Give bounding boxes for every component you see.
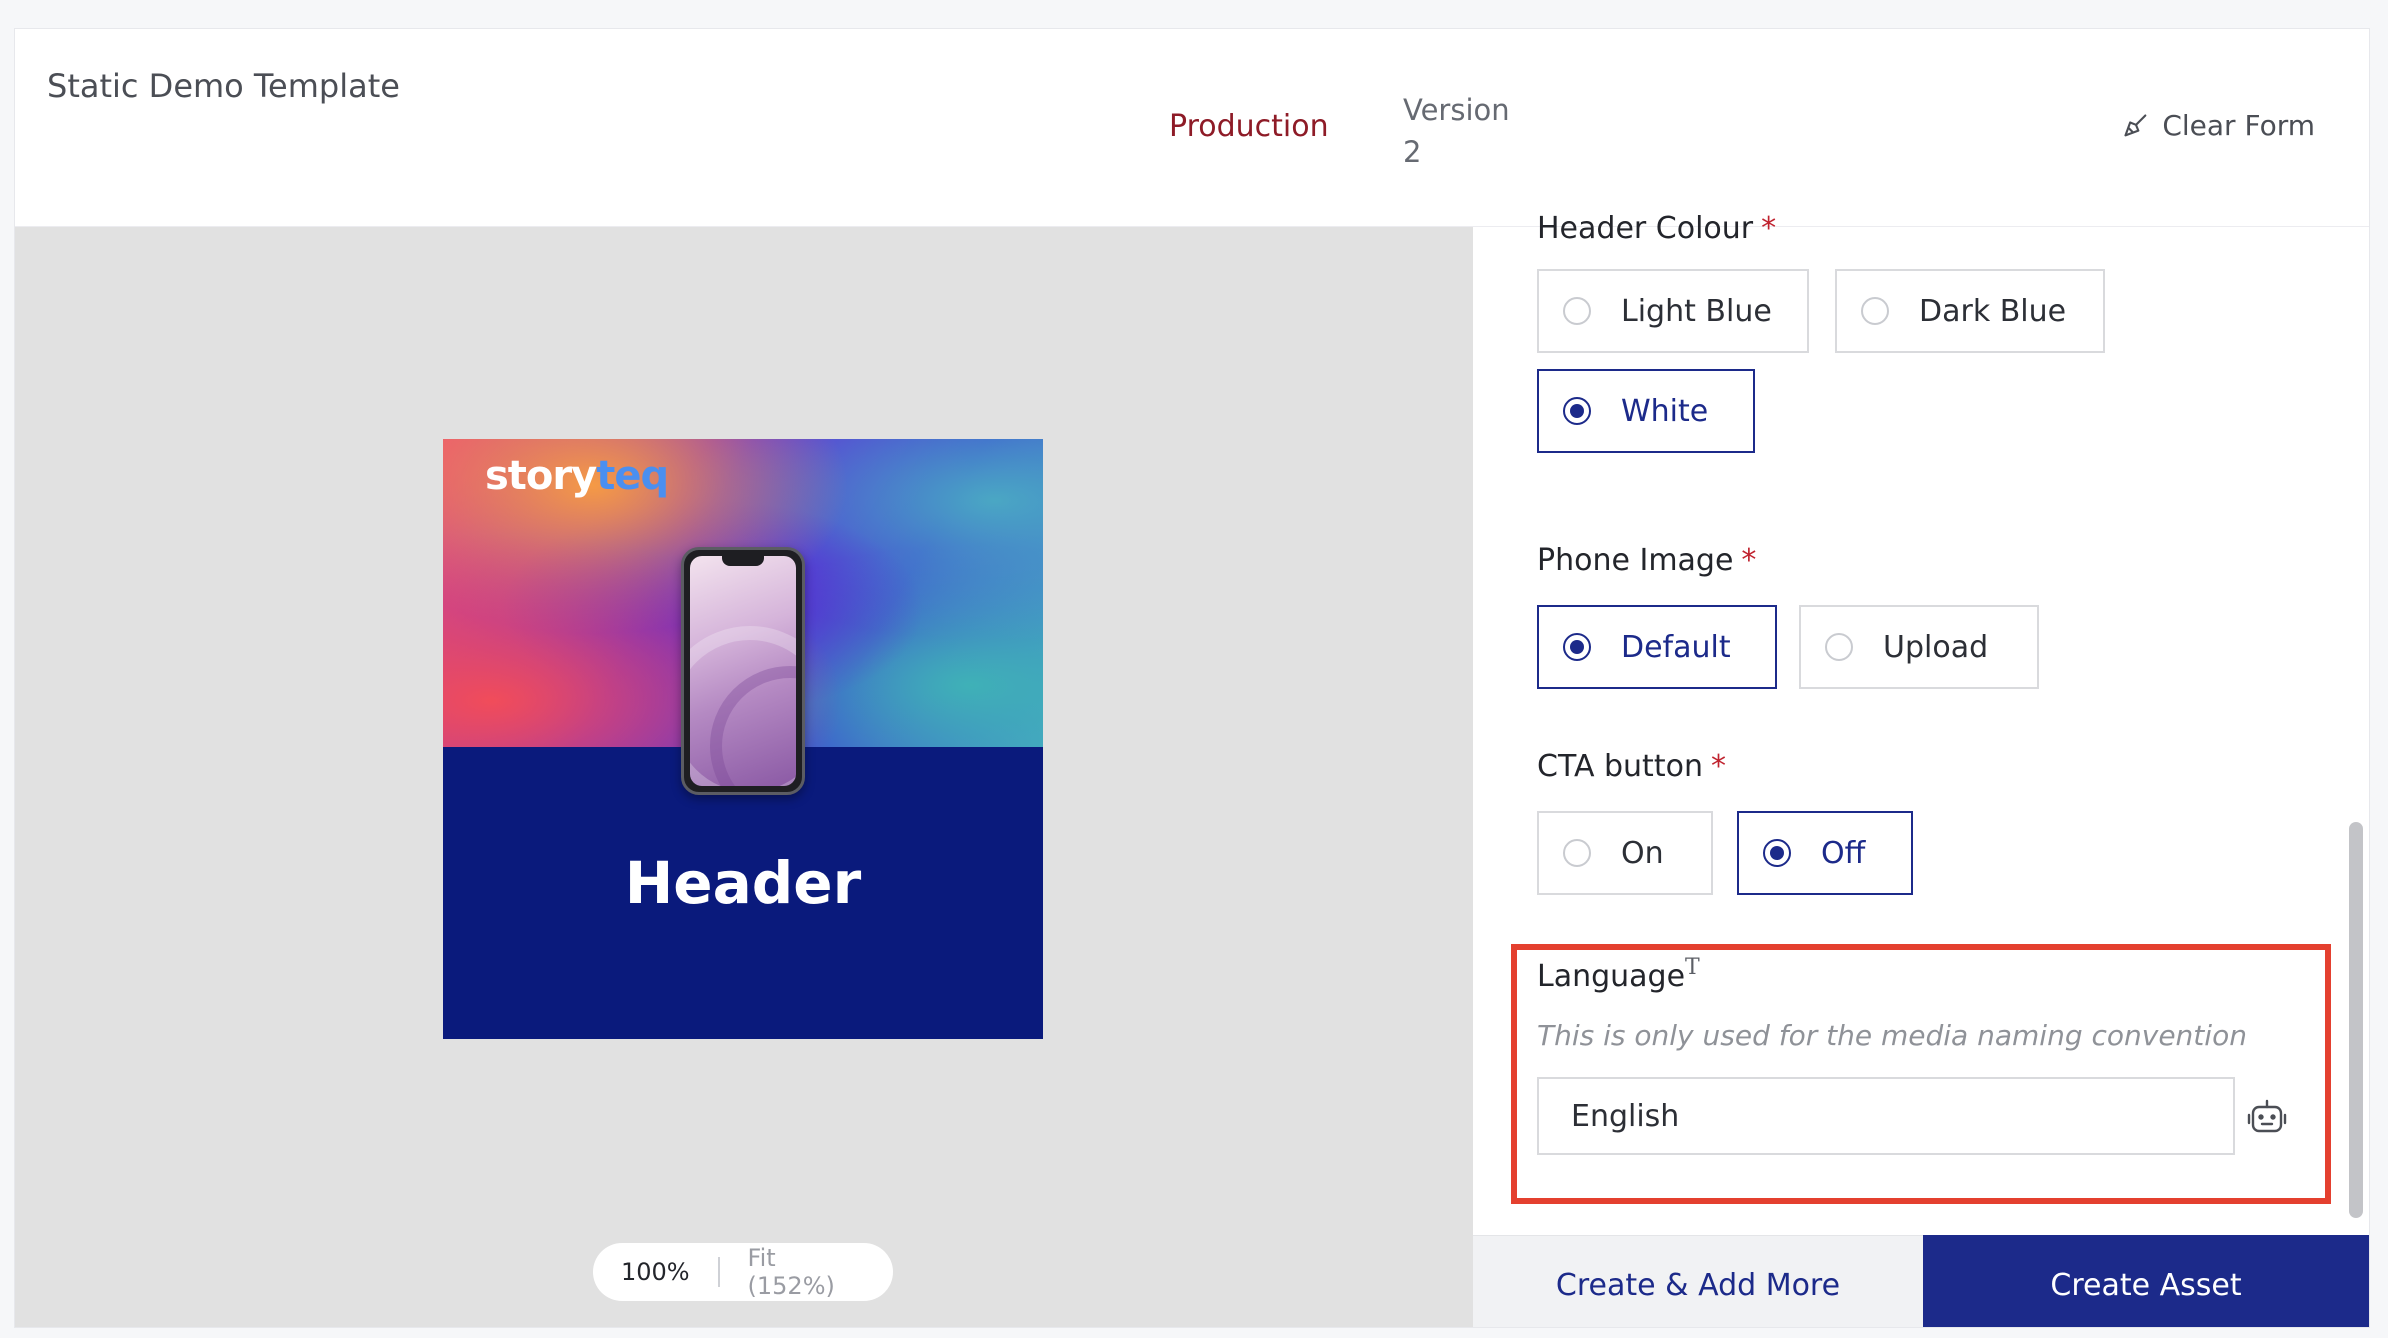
broom-icon: [2124, 113, 2147, 136]
header-colour-label-text: Header Colour: [1537, 211, 1754, 246]
template-title: Static Demo Template: [47, 67, 400, 105]
language-input[interactable]: English: [1537, 1077, 2235, 1155]
option-white[interactable]: White: [1537, 369, 1755, 453]
required-mark: *: [1741, 543, 1757, 578]
radio-selected-icon: [1563, 633, 1591, 661]
version-info: Version 2: [1403, 89, 1510, 173]
zoom-fit-button[interactable]: Fit (152%): [720, 1244, 893, 1300]
phone-image-label: Phone Image *: [1537, 543, 1756, 578]
create-and-add-more-button[interactable]: Create & Add More: [1473, 1235, 1923, 1327]
canvas-header-text: Header: [624, 849, 862, 917]
phone-screen: [690, 556, 796, 786]
app-frame: Static Demo Template Production Version …: [14, 28, 2370, 1328]
option-label: On: [1621, 835, 1664, 871]
clear-form-label: Clear Form: [2162, 109, 2315, 142]
language-label: Language: [1537, 959, 1686, 994]
version-value: 2: [1403, 135, 1422, 169]
preview-area: storyteq Header 100% Fit (152%): [15, 227, 1473, 1327]
zoom-controls: 100% Fit (152%): [593, 1243, 893, 1301]
radio-icon: [1825, 633, 1853, 661]
robot-icon[interactable]: [2247, 1099, 2287, 1135]
zoom-100-button[interactable]: 100%: [593, 1258, 718, 1286]
option-label: White: [1621, 393, 1709, 429]
create-asset-button[interactable]: Create Asset: [1923, 1235, 2369, 1327]
option-label: Light Blue: [1621, 293, 1772, 329]
form-panel[interactable]: Header Colour * Light Blue Dark Blue Whit…: [1473, 211, 2369, 1327]
required-mark: *: [1761, 211, 1777, 246]
radio-icon: [1563, 297, 1591, 325]
radio-icon: [1563, 839, 1591, 867]
cta-button-label: CTA button *: [1537, 749, 1726, 784]
top-bar: Static Demo Template Production Version …: [15, 29, 2369, 227]
environment-label: Production: [1169, 109, 1329, 144]
option-label: Dark Blue: [1919, 293, 2067, 329]
option-cta-off[interactable]: Off: [1737, 811, 1913, 895]
option-cta-on[interactable]: On: [1537, 811, 1713, 895]
phone-image: [681, 547, 805, 795]
clear-form-button[interactable]: Clear Form: [2122, 109, 2315, 142]
phone-image-label-text: Phone Image: [1537, 543, 1734, 578]
logo-part-teq: teq: [596, 453, 669, 499]
asset-preview-canvas: storyteq Header: [443, 439, 1043, 1039]
option-dark-blue[interactable]: Dark Blue: [1835, 269, 2105, 353]
text-type-icon: T: [1685, 955, 1700, 980]
option-light-blue[interactable]: Light Blue: [1537, 269, 1809, 353]
required-mark: *: [1710, 749, 1726, 784]
radio-selected-icon: [1563, 397, 1591, 425]
option-label: Upload: [1883, 629, 1989, 665]
logo-part-story: story: [485, 453, 597, 499]
storyteq-logo: storyteq: [485, 453, 669, 499]
option-label: Off: [1821, 835, 1866, 871]
radio-icon: [1861, 297, 1889, 325]
form-scrollbar[interactable]: [2349, 822, 2363, 1218]
option-default[interactable]: Default: [1537, 605, 1777, 689]
header-colour-label: Header Colour *: [1537, 211, 1776, 246]
cta-button-label-text: CTA button: [1537, 749, 1703, 784]
version-label: Version: [1403, 93, 1510, 127]
radio-selected-icon: [1763, 839, 1791, 867]
language-hint: This is only used for the media naming c…: [1537, 1019, 2247, 1052]
option-upload[interactable]: Upload: [1799, 605, 2039, 689]
phone-notch: [722, 556, 764, 566]
option-label: Default: [1621, 629, 1731, 665]
